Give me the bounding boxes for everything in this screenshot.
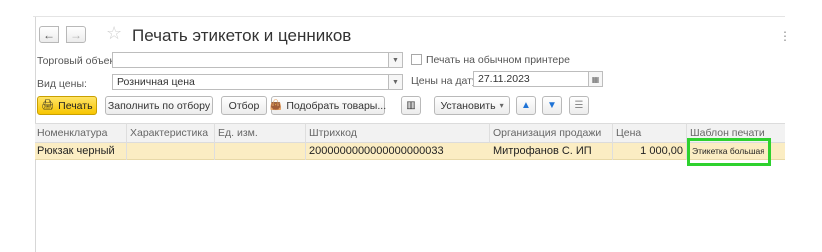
arrow-right-icon: →	[70, 27, 82, 42]
price-date-label: Цены на дату:	[411, 75, 481, 87]
column-divider	[305, 123, 306, 160]
set-button[interactable]: Установить ▾	[434, 96, 510, 115]
cell-item[interactable]: Рюкзак черный	[35, 143, 125, 159]
chevron-down-icon: ▼	[392, 56, 399, 64]
column-divider	[612, 123, 613, 160]
price-date-field[interactable]: 27.11.2023	[473, 71, 589, 87]
print-button-label: Печать	[58, 99, 93, 112]
column-header-barcode[interactable]: Штрихкод	[307, 124, 487, 142]
more-options-icon[interactable]: ⋮	[779, 29, 791, 43]
window-top-border	[33, 16, 785, 17]
chevron-down-icon: ▾	[499, 101, 504, 110]
form-window: ← → ☆ Печать этикеток и ценников ⋮ Торго…	[0, 0, 822, 252]
chevron-down-icon: ▼	[392, 78, 399, 86]
move-up-button[interactable]: ▲	[516, 96, 536, 115]
pick-goods-button[interactable]: 👜 Подобрать товары...	[269, 96, 387, 115]
trade-object-dropdown[interactable]: ▼	[389, 52, 403, 68]
plain-printer-label: Печать на обычном принтере	[426, 54, 570, 66]
plain-printer-checkbox[interactable]	[411, 54, 422, 65]
price-type-field[interactable]: Розничная цена	[112, 74, 389, 90]
table-row[interactable]: Рюкзак черный 2000000000000000000033 Мит…	[35, 143, 785, 160]
trade-object-field[interactable]	[112, 52, 389, 68]
price-type-dropdown[interactable]: ▼	[389, 74, 403, 90]
more-actions-button[interactable]: ☰	[569, 96, 589, 115]
move-down-button[interactable]: ▼	[542, 96, 562, 115]
back-button[interactable]: ←	[39, 26, 59, 43]
arrow-left-icon: ←	[43, 27, 55, 42]
column-header-unit[interactable]: Ед. изм.	[216, 124, 300, 142]
fill-by-filter-label: Заполнить по отбору	[107, 99, 211, 112]
bag-icon: 👜	[269, 99, 283, 111]
cell-organization[interactable]: Митрофанов С. ИП	[491, 143, 611, 159]
column-header-item[interactable]: Номенклатура	[35, 124, 125, 142]
column-header-organization[interactable]: Организация продажи	[491, 124, 611, 142]
arrow-up-icon: ▲	[521, 100, 531, 111]
column-divider	[489, 123, 490, 143]
calendar-button[interactable]: ▦	[589, 71, 603, 87]
cell-barcode[interactable]: 2000000000000000000033	[307, 143, 489, 159]
table-header: Номенклатура Характеристика Ед. изм. Штр…	[35, 123, 785, 143]
cell-price[interactable]: 1 000,00	[614, 143, 686, 159]
column-header-characteristic[interactable]: Характеристика	[128, 124, 214, 142]
set-label: Установить	[440, 99, 496, 112]
arrow-down-icon: ▼	[547, 100, 557, 111]
column-header-price[interactable]: Цена	[614, 124, 684, 142]
column-divider	[214, 123, 215, 160]
list-icon: ☰	[574, 99, 584, 111]
trade-object-label: Торговый объект:	[37, 55, 122, 67]
page-title: Печать этикеток и ценников	[132, 26, 352, 45]
print-button[interactable]: 🖨 Печать	[37, 96, 97, 115]
star-icon[interactable]: ☆	[106, 24, 122, 42]
printer-icon: 🖨	[41, 99, 55, 111]
fill-by-filter-button[interactable]: Заполнить по отбору	[105, 96, 213, 115]
pick-goods-label: Подобрать товары...	[286, 99, 387, 112]
barcode-scan-button[interactable]: ▥	[401, 96, 421, 115]
calendar-icon: ▦	[591, 74, 600, 84]
cell-characteristic[interactable]	[128, 143, 214, 159]
cell-unit[interactable]	[216, 143, 300, 159]
barcode-icon: ▥	[406, 99, 416, 111]
price-type-label: Вид цены:	[37, 78, 87, 90]
filter-label: Отбор	[228, 99, 260, 112]
highlight-box	[687, 138, 771, 166]
filter-button[interactable]: Отбор	[221, 96, 267, 115]
column-divider	[126, 123, 127, 160]
forward-button[interactable]: →	[66, 26, 86, 43]
